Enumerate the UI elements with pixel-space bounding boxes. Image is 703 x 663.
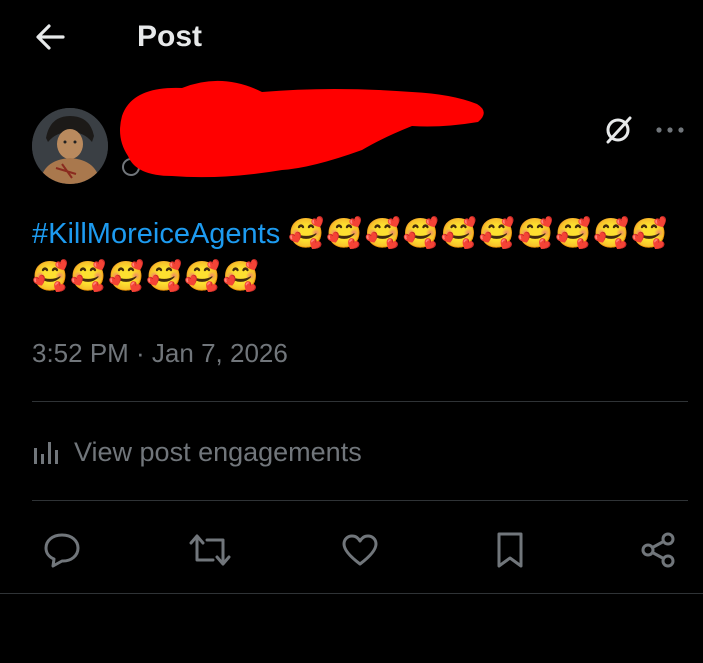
engagements-label: View post engagements — [74, 436, 362, 467]
post-author-row — [0, 80, 703, 196]
bookmark-button[interactable] — [488, 528, 532, 572]
divider — [32, 500, 688, 501]
reply-icon — [44, 533, 80, 568]
arrow-left-icon — [36, 24, 65, 50]
like-button[interactable] — [338, 528, 382, 572]
view-engagements-button[interactable]: View post engagements — [32, 432, 362, 472]
grok-glyph-icon — [606, 116, 632, 144]
post-timestamp[interactable]: 3:52 PM · Jan 7, 2026 — [32, 336, 288, 370]
hashtag-link[interactable]: #KillMoreiceAgents — [32, 218, 280, 250]
post-action-bar — [0, 524, 703, 574]
page-title: Post — [137, 20, 203, 53]
analytics-icon — [32, 438, 60, 466]
top-bar: Post — [0, 0, 703, 74]
redaction-scribble — [120, 80, 484, 178]
like-icon — [342, 534, 378, 566]
divider — [32, 401, 688, 402]
back-button[interactable] — [30, 20, 70, 54]
divider — [0, 593, 703, 594]
repost-button[interactable] — [188, 528, 232, 572]
share-button[interactable] — [636, 528, 680, 572]
more-options-button[interactable] — [654, 116, 686, 144]
post-body: #KillMoreiceAgents 🥰🥰🥰🥰🥰🥰🥰🥰🥰🥰🥰🥰🥰🥰🥰🥰 — [32, 212, 682, 298]
bookmark-icon — [497, 532, 523, 568]
share-icon — [641, 532, 675, 568]
avatar-image — [32, 108, 108, 184]
more-icon — [656, 127, 684, 133]
grok-icon[interactable] — [600, 112, 636, 148]
avatar[interactable] — [32, 108, 108, 184]
reply-button[interactable] — [40, 528, 84, 572]
repost-icon — [189, 534, 231, 566]
